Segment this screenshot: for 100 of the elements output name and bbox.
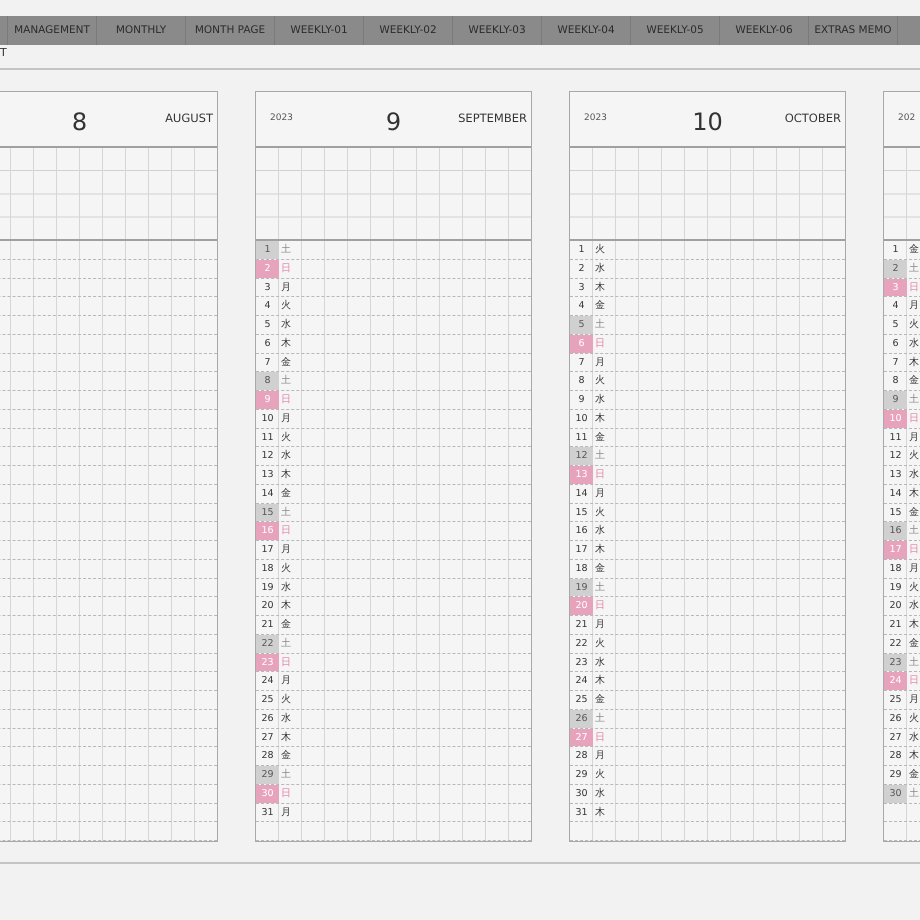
day-number: 11 [574, 430, 589, 444]
day-number: 15 [256, 504, 279, 522]
day-number: 7 [577, 356, 586, 370]
weekday-label: 水 [594, 656, 606, 670]
day-number: 8 [891, 374, 900, 388]
weekday-label: 日 [908, 412, 920, 426]
day-number: 18 [574, 562, 589, 576]
day-number: 6 [263, 336, 272, 351]
weekday-label: 土 [280, 768, 292, 782]
weekday-label: 日 [280, 393, 292, 407]
weekday-label: 日 [594, 336, 606, 351]
weekday-label: 木 [280, 336, 292, 351]
weekday-label: 月 [594, 356, 606, 370]
day-number: 19 [570, 578, 593, 596]
weekday-label: 火 [594, 768, 606, 782]
day-number: 17 [574, 543, 589, 557]
weekday-label: 水 [908, 598, 920, 614]
weekday-label: 火 [594, 242, 606, 257]
day-number: 1 [891, 243, 900, 257]
day-number: 27 [260, 730, 275, 744]
day-number: 30 [884, 784, 907, 802]
day-number: 10 [260, 412, 275, 426]
weekday-label: 木 [594, 280, 606, 294]
day-number: 13 [570, 466, 593, 484]
year-label: 2023 [270, 112, 293, 126]
month-name: SEPTEMBER [458, 110, 527, 128]
weekday-label: 日 [280, 262, 292, 276]
day-number: 3 [263, 280, 272, 294]
weekday-label: 木 [908, 748, 920, 764]
day-number: 6 [570, 334, 593, 352]
day-number: 26 [260, 712, 275, 726]
day-number: 10 [884, 410, 907, 428]
day-number: 27 [888, 730, 903, 744]
month-number: 10 [692, 107, 723, 138]
day-number: 2 [577, 262, 586, 276]
day-number: 30 [256, 784, 279, 802]
day-number: 28 [574, 749, 589, 764]
year-label: 202 [898, 112, 916, 126]
day-number: 3 [577, 280, 586, 294]
day-number: 9 [884, 391, 907, 409]
weekday-label: 木 [908, 486, 920, 501]
weekday-label: 土 [908, 524, 920, 538]
year-label: 2023 [584, 112, 607, 126]
weekday-label: 水 [594, 786, 606, 801]
day-number: 14 [888, 486, 903, 501]
weekday-label: 木 [908, 618, 920, 632]
day-number: 9 [577, 393, 586, 407]
day-number: 5 [570, 316, 593, 334]
day-number: 8 [577, 374, 586, 388]
weekday-label: 木 [280, 598, 292, 614]
weekday-label: 月 [908, 693, 920, 707]
day-number: 20 [570, 597, 593, 615]
day-number: 28 [260, 749, 275, 764]
weekday-label: 木 [280, 468, 292, 482]
weekday-label: 火 [908, 580, 920, 594]
weekday-label: 日 [908, 674, 920, 688]
weekday-label: 月 [908, 299, 920, 314]
month-number: 9 [386, 107, 402, 138]
weekday-label: 金 [908, 768, 920, 782]
day-number: 18 [260, 562, 275, 576]
weekday-label: 火 [594, 374, 606, 388]
day-number: 13 [888, 468, 903, 482]
weekday-label: 水 [908, 336, 920, 351]
weekday-label: 月 [594, 749, 606, 764]
day-number: 5 [891, 318, 900, 332]
weekday-label: 日 [594, 599, 606, 614]
weekday-label: 土 [594, 318, 606, 332]
day-number: 21 [574, 618, 589, 632]
day-number: 20 [260, 599, 275, 614]
weekday-label: 月 [280, 674, 292, 688]
day-number: 4 [263, 299, 272, 314]
weekday-label: 火 [594, 636, 606, 651]
weekday-label: 日 [280, 786, 292, 801]
weekday-label: 水 [280, 448, 292, 464]
weekday-label: 土 [908, 786, 920, 801]
weekday-label: 金 [594, 299, 606, 314]
day-number: 21 [260, 618, 275, 632]
weekday-label: 日 [280, 524, 292, 538]
weekday-label: 金 [594, 430, 606, 444]
day-number: 15 [888, 506, 903, 520]
day-number: 23 [256, 654, 279, 672]
weekday-label: 土 [594, 712, 606, 726]
day-number: 19 [888, 580, 903, 594]
weekday-label: 水 [594, 392, 606, 407]
day-number: 18 [888, 562, 903, 576]
day-number: 19 [260, 580, 275, 594]
weekday-label: 日 [908, 280, 920, 294]
day-number: 29 [256, 766, 279, 784]
day-number: 11 [260, 430, 275, 444]
day-number: 28 [888, 749, 903, 764]
day-number: 4 [891, 299, 900, 314]
weekday-label: 土 [280, 506, 292, 520]
month-name: AUGUST [165, 110, 213, 128]
day-number: 2 [884, 260, 907, 278]
weekday-label: 金 [908, 506, 920, 520]
day-number: 31 [574, 806, 589, 820]
day-number: 31 [260, 806, 275, 820]
weekday-label: 金 [280, 749, 292, 764]
day-number: 14 [574, 486, 589, 501]
weekday-label: 日 [594, 468, 606, 482]
